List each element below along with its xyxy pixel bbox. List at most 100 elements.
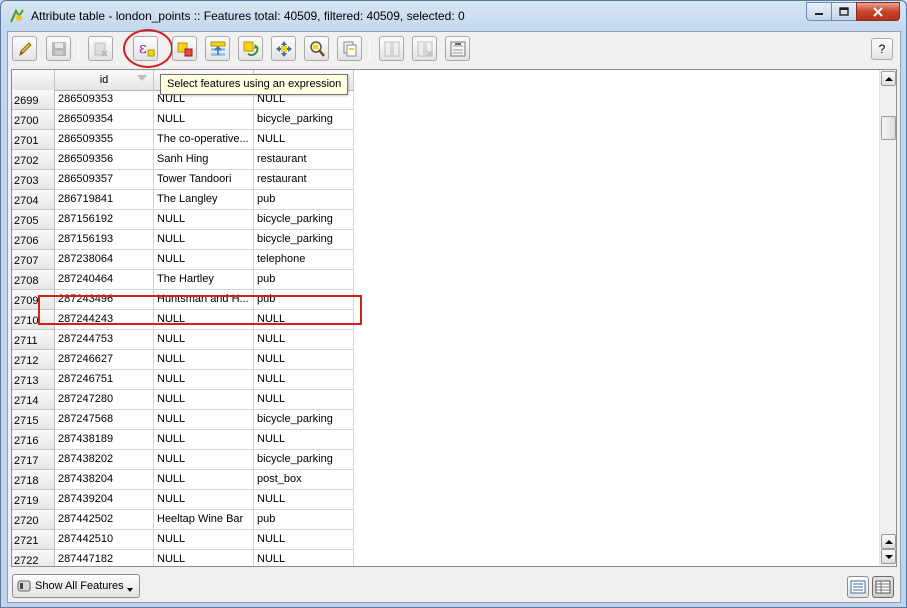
cell-type[interactable]: NULL (254, 130, 354, 150)
cell-id[interactable]: 287442510 (55, 530, 154, 550)
table-row[interactable]: 2715 287247568 NULL bicycle_parking (12, 410, 354, 430)
table-row[interactable]: 2704 286719841 The Langley pub (12, 190, 354, 210)
cell-type[interactable]: NULL (254, 530, 354, 550)
row-number-header[interactable]: 2712 (12, 350, 55, 370)
corner-header[interactable] (12, 70, 55, 91)
cell-id[interactable]: 286719841 (55, 190, 154, 210)
row-number-header[interactable]: 2709 (12, 290, 55, 310)
table-view-button[interactable] (872, 576, 894, 598)
cell-name[interactable]: Heeltap Wine Bar (154, 510, 254, 530)
field-calculator-button[interactable] (445, 36, 470, 61)
cell-name[interactable]: The Langley (154, 190, 254, 210)
cell-id[interactable]: 287244243 (55, 310, 154, 330)
cell-type[interactable]: NULL (254, 370, 354, 390)
row-number-header[interactable]: 2701 (12, 130, 55, 150)
cell-id[interactable]: 287447182 (55, 550, 154, 566)
cell-name[interactable]: NULL (154, 110, 254, 130)
cell-id[interactable]: 286509356 (55, 150, 154, 170)
table-row[interactable]: 2711 287244753 NULL NULL (12, 330, 354, 350)
table-row[interactable]: 2705 287156192 NULL bicycle_parking (12, 210, 354, 230)
new-column-button[interactable] (379, 36, 404, 61)
vertical-scrollbar[interactable] (879, 70, 896, 566)
table-row[interactable]: 2702 286509356 Sanh Hing restaurant (12, 150, 354, 170)
cell-id[interactable]: 286509357 (55, 170, 154, 190)
row-number-header[interactable]: 2703 (12, 170, 55, 190)
table-row[interactable]: 2721 287442510 NULL NULL (12, 530, 354, 550)
cell-name[interactable]: The co-operative... (154, 130, 254, 150)
cell-name[interactable]: Tower Tandoori (154, 170, 254, 190)
row-number-header[interactable]: 2700 (12, 110, 55, 130)
pan-to-selected-button[interactable] (271, 36, 296, 61)
cell-name[interactable]: NULL (154, 250, 254, 270)
help-button[interactable]: ? (871, 38, 893, 60)
table-row[interactable]: 2718 287438204 NULL post_box (12, 470, 354, 490)
row-number-header[interactable]: 2710 (12, 310, 55, 330)
row-number-header[interactable]: 2705 (12, 210, 55, 230)
row-number-header[interactable]: 2706 (12, 230, 55, 250)
table-row[interactable]: 2710 287244243 NULL NULL (12, 310, 354, 330)
cell-type[interactable]: NULL (254, 550, 354, 566)
cell-id[interactable]: 287156193 (55, 230, 154, 250)
row-number-header[interactable]: 2720 (12, 510, 55, 530)
table-row[interactable]: 2716 287438189 NULL NULL (12, 430, 354, 450)
toggle-editing-button[interactable] (12, 36, 37, 61)
cell-id[interactable]: 286509355 (55, 130, 154, 150)
cell-type[interactable]: NULL (254, 310, 354, 330)
cell-id[interactable]: 287438189 (55, 430, 154, 450)
cell-name[interactable]: Huntsman and H... (154, 290, 254, 310)
row-number-header[interactable]: 2717 (12, 450, 55, 470)
table-row[interactable]: 2720 287442502 Heeltap Wine Bar pub (12, 510, 354, 530)
cell-name[interactable]: NULL (154, 230, 254, 250)
cell-type[interactable]: pub (254, 190, 354, 210)
table-row[interactable]: 2701 286509355 The co-operative... NULL (12, 130, 354, 150)
close-button[interactable] (856, 2, 900, 21)
cell-id[interactable]: 287247568 (55, 410, 154, 430)
table-row[interactable]: 2700 286509354 NULL bicycle_parking (12, 110, 354, 130)
zoom-to-selected-button[interactable] (304, 36, 329, 61)
cell-type[interactable]: bicycle_parking (254, 210, 354, 230)
scroll-up-button-lower[interactable] (881, 534, 896, 549)
row-number-header[interactable]: 2719 (12, 490, 55, 510)
row-number-header[interactable]: 2722 (12, 550, 55, 566)
cell-id[interactable]: 287439204 (55, 490, 154, 510)
cell-name[interactable]: NULL (154, 430, 254, 450)
table-row[interactable]: 2709 287243496 Huntsman and H... pub (12, 290, 354, 310)
cell-name[interactable]: NULL (154, 330, 254, 350)
table-row[interactable]: 2719 287439204 NULL NULL (12, 490, 354, 510)
cell-type[interactable]: restaurant (254, 170, 354, 190)
cell-type[interactable]: bicycle_parking (254, 450, 354, 470)
cell-name[interactable]: Sanh Hing (154, 150, 254, 170)
cell-name[interactable]: NULL (154, 470, 254, 490)
maximize-button[interactable] (831, 2, 857, 21)
table-row[interactable]: 2713 287246751 NULL NULL (12, 370, 354, 390)
cell-type[interactable]: bicycle_parking (254, 410, 354, 430)
minimize-button[interactable] (806, 2, 832, 21)
table-row[interactable]: 2708 287240464 The Hartley pub (12, 270, 354, 290)
cell-name[interactable]: NULL (154, 390, 254, 410)
row-number-header[interactable]: 2714 (12, 390, 55, 410)
title-bar[interactable]: Attribute table - london_points :: Featu… (1, 1, 906, 31)
row-number-header[interactable]: 2702 (12, 150, 55, 170)
cell-name[interactable]: NULL (154, 310, 254, 330)
row-number-header[interactable]: 2711 (12, 330, 55, 350)
cell-id[interactable]: 287244753 (55, 330, 154, 350)
cell-type[interactable]: restaurant (254, 150, 354, 170)
row-number-header[interactable]: 2718 (12, 470, 55, 490)
table-row[interactable]: 2707 287238064 NULL telephone (12, 250, 354, 270)
invert-selection-button[interactable] (238, 36, 263, 61)
cell-type[interactable]: NULL (254, 350, 354, 370)
row-number-header[interactable]: 2713 (12, 370, 55, 390)
row-number-header[interactable]: 2704 (12, 190, 55, 210)
cell-id[interactable]: 287246627 (55, 350, 154, 370)
show-features-dropdown[interactable]: Show All Features (12, 574, 140, 598)
delete-selected-button[interactable] (88, 36, 113, 61)
cell-type[interactable]: post_box (254, 470, 354, 490)
cell-name[interactable]: The Hartley (154, 270, 254, 290)
cell-id[interactable]: 287156192 (55, 210, 154, 230)
cell-type[interactable]: NULL (254, 490, 354, 510)
row-number-header[interactable]: 2699 (12, 90, 55, 110)
scroll-thumb[interactable] (881, 116, 896, 140)
row-number-header[interactable]: 2707 (12, 250, 55, 270)
cell-type[interactable]: bicycle_parking (254, 110, 354, 130)
cell-id[interactable]: 287438202 (55, 450, 154, 470)
